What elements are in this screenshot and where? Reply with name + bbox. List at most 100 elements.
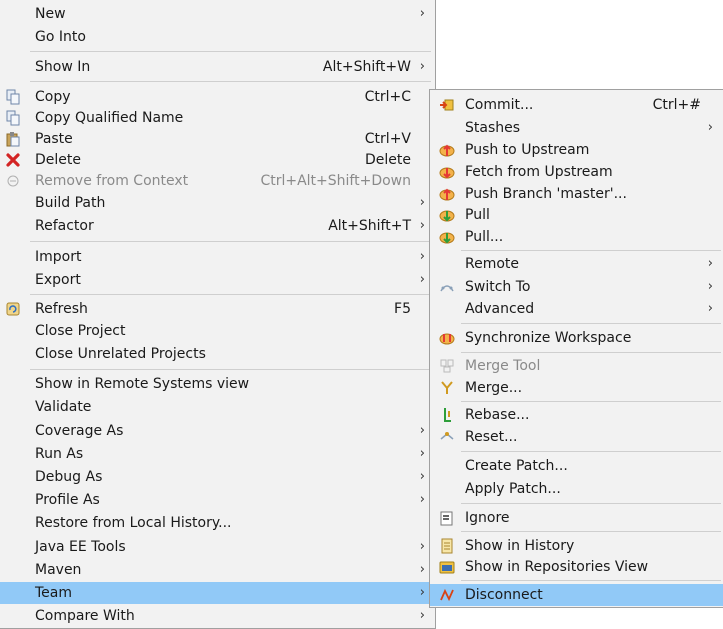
menu-item-compare-with[interactable]: Compare With › (0, 605, 435, 627)
menu-item-label: Close Project (35, 323, 126, 339)
menu-item-shortcut: F5 (394, 301, 411, 317)
submenu-arrow-icon: › (707, 120, 713, 135)
menu-item-label: Show In (35, 59, 91, 75)
disconnect-icon (439, 587, 455, 603)
menu-item-stashes[interactable]: Stashes › (430, 117, 723, 139)
fetch-icon (439, 164, 455, 180)
menu-item-label: Reset... (465, 429, 518, 445)
menu-item-label: Show in Repositories View (465, 559, 649, 575)
copy-qualified-name-icon (5, 110, 21, 126)
menu-item-coverage-as[interactable]: Coverage As › (0, 420, 435, 442)
reset-icon (439, 429, 455, 445)
menu-item-label: Remove from Context (35, 173, 189, 189)
menu-item-label: Build Path (35, 195, 106, 211)
menu-item-push-branch[interactable]: Push Branch 'master'... (430, 183, 723, 205)
menu-item-debug-as[interactable]: Debug As › (0, 466, 435, 488)
menu-item-label: Compare With (35, 608, 135, 624)
commit-icon (439, 97, 455, 113)
menu-item-label: Show in History (465, 538, 575, 554)
menu-item-rebase[interactable]: Rebase... (430, 404, 723, 426)
menu-separator (30, 51, 431, 52)
menu-item-show-in-repositories-view[interactable]: Show in Repositories View (430, 556, 723, 578)
menu-separator (461, 352, 721, 353)
menu-item-build-path[interactable]: Build Path › (0, 192, 435, 214)
menu-item-advanced[interactable]: Advanced › (430, 298, 723, 320)
menu-separator (461, 580, 721, 581)
menu-separator (461, 451, 721, 452)
submenu-arrow-icon: › (419, 249, 425, 264)
menu-item-label: Go Into (35, 29, 86, 45)
copy-icon (5, 89, 21, 105)
menu-item-show-in[interactable]: Show In Alt+Shift+W › (0, 56, 435, 78)
menu-item-validate[interactable]: Validate (0, 396, 435, 418)
submenu-arrow-icon: › (419, 6, 425, 21)
menu-item-label: Java EE Tools (35, 539, 126, 555)
submenu-arrow-icon: › (419, 218, 425, 233)
menu-item-remote[interactable]: Remote › (430, 253, 723, 275)
menu-item-switch-to[interactable]: Switch To › (430, 276, 723, 298)
menu-item-merge[interactable]: Merge... (430, 377, 723, 399)
submenu-arrow-icon: › (419, 272, 425, 287)
menu-item-team[interactable]: Team › (0, 582, 435, 604)
submenu-arrow-icon: › (707, 279, 713, 294)
menu-item-label: Copy (35, 89, 71, 105)
menu-item-push-to-upstream[interactable]: Push to Upstream (430, 139, 723, 161)
menu-item-maven[interactable]: Maven › (0, 559, 435, 581)
menu-item-import[interactable]: Import › (0, 246, 435, 268)
menu-item-ignore[interactable]: Ignore (430, 507, 723, 529)
submenu-arrow-icon: › (419, 585, 425, 600)
menu-item-label: Maven (35, 562, 82, 578)
menu-item-copy-qualified-name[interactable]: Copy Qualified Name (0, 107, 435, 129)
menu-item-label: Refactor (35, 218, 94, 234)
menu-item-close-project[interactable]: Close Project (0, 320, 435, 342)
menu-item-show-in-history[interactable]: Show in History (430, 535, 723, 557)
menu-item-new[interactable]: New › (0, 3, 435, 25)
menu-item-disconnect[interactable]: Disconnect (430, 584, 723, 606)
menu-item-label: Pull... (465, 229, 504, 245)
menu-item-label: Merge... (465, 380, 523, 396)
submenu-arrow-icon: › (419, 423, 425, 438)
submenu-arrow-icon: › (419, 539, 425, 554)
menu-item-copy[interactable]: Copy Ctrl+C (0, 86, 435, 108)
menu-item-refactor[interactable]: Refactor Alt+Shift+T › (0, 215, 435, 237)
menu-item-reset[interactable]: Reset... (430, 426, 723, 448)
menu-item-refresh[interactable]: Refresh F5 (0, 298, 435, 320)
remove-context-icon (5, 173, 21, 189)
menu-item-pull[interactable]: Pull (430, 204, 723, 226)
menu-item-label: Merge Tool (465, 358, 541, 374)
menu-item-apply-patch[interactable]: Apply Patch... (430, 478, 723, 500)
submenu-arrow-icon: › (419, 469, 425, 484)
submenu-arrow-icon: › (419, 562, 425, 577)
menu-item-commit[interactable]: Commit... Ctrl+# (430, 94, 723, 116)
menu-separator (461, 401, 721, 402)
menu-item-label: Paste (35, 131, 73, 147)
menu-item-run-as[interactable]: Run As › (0, 443, 435, 465)
menu-separator (30, 81, 431, 82)
menu-item-pull-dialog[interactable]: Pull... (430, 226, 723, 248)
menu-item-label: Remote (465, 256, 520, 272)
menu-item-label: Refresh (35, 301, 88, 317)
menu-item-fetch-from-upstream[interactable]: Fetch from Upstream (430, 161, 723, 183)
menu-separator (461, 250, 721, 251)
menu-item-restore-from-local-history[interactable]: Restore from Local History... (0, 512, 435, 534)
menu-item-shortcut: Ctrl+C (364, 89, 411, 105)
menu-item-label: Advanced (465, 301, 535, 317)
menu-item-synchronize-workspace[interactable]: Synchronize Workspace (430, 327, 723, 349)
menu-item-create-patch[interactable]: Create Patch... (430, 455, 723, 477)
menu-item-export[interactable]: Export › (0, 269, 435, 291)
menu-item-delete[interactable]: Delete Delete (0, 149, 435, 171)
menu-item-label: Synchronize Workspace (465, 330, 632, 346)
context-menu: New › Go Into Show In Alt+Shift+W › Copy… (0, 0, 436, 629)
menu-item-paste[interactable]: Paste Ctrl+V (0, 128, 435, 150)
menu-item-label: Profile As (35, 492, 100, 508)
menu-item-show-in-remote-systems[interactable]: Show in Remote Systems view (0, 373, 435, 395)
repositories-view-icon (439, 559, 455, 575)
menu-item-java-ee-tools[interactable]: Java EE Tools › (0, 536, 435, 558)
menu-item-label: New (35, 6, 66, 22)
menu-item-label: Export (35, 272, 81, 288)
menu-item-label: Import (35, 249, 82, 265)
menu-item-close-unrelated-projects[interactable]: Close Unrelated Projects (0, 343, 435, 365)
menu-item-profile-as[interactable]: Profile As › (0, 489, 435, 511)
menu-item-go-into[interactable]: Go Into (0, 26, 435, 48)
refresh-icon (5, 301, 21, 317)
